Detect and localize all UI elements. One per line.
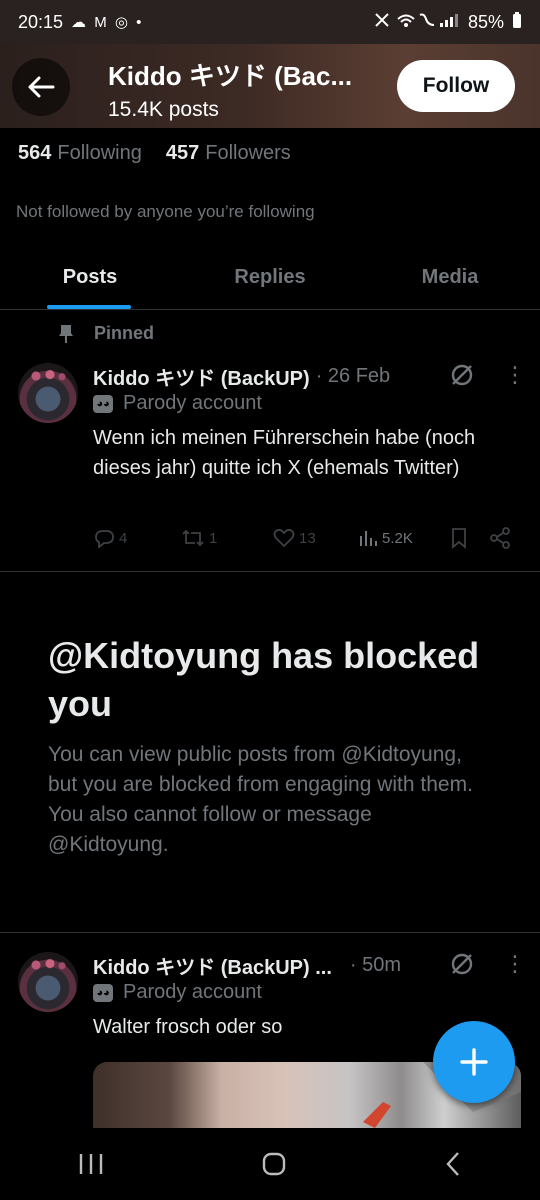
more-options-icon[interactable]: ⋮ — [504, 951, 526, 977]
follow-button[interactable]: Follow — [397, 60, 515, 112]
status-time: 20:15 — [18, 11, 64, 32]
like-count: 13 — [299, 529, 316, 547]
followers-link[interactable]: 457 Followers — [166, 142, 291, 165]
header-posts-count: 15.4K posts — [108, 98, 219, 121]
repost-button[interactable]: 1 — [181, 528, 217, 548]
battery-level: 85% — [467, 11, 504, 32]
notification-icons: ☁ M ◎ • — [71, 14, 144, 31]
views-icon — [360, 531, 377, 546]
status-bar: 20:15 ☁ M ◎ • 85% — [0, 0, 540, 44]
reply-count: 4 — [119, 529, 128, 547]
post-text: Wenn ich meinen Führerschein habe (noch … — [93, 427, 476, 479]
post-time[interactable]: · 50m — [350, 954, 401, 977]
reply-icon — [95, 530, 114, 548]
repost-count: 1 — [209, 529, 218, 547]
avatar[interactable] — [18, 952, 78, 1012]
back-nav-icon[interactable] — [443, 1150, 463, 1178]
parody-mask-icon: ◕◕ — [93, 983, 113, 1002]
profile-header: Kiddo キツド (Bac... 15.4K posts Follow — [0, 44, 540, 128]
divider — [0, 571, 540, 572]
view-count: 5.2K — [382, 529, 413, 547]
bookmark-icon[interactable] — [450, 527, 468, 549]
following-link[interactable]: 564 Following — [18, 142, 142, 165]
following-count: 564 — [18, 142, 52, 164]
signal-icons — [374, 11, 460, 34]
heart-icon — [273, 528, 295, 548]
divider — [0, 932, 540, 933]
pinned-indicator: Pinned — [58, 323, 154, 344]
follow-stats: 564 Following 457 Followers — [18, 142, 291, 165]
post-header: Kiddo キツド (BackUP) ... · 50m — [93, 951, 401, 980]
tab-media-label: Media — [421, 266, 479, 288]
more-options-icon[interactable]: ⋮ — [504, 362, 526, 388]
author-name[interactable]: Kiddo キツド (BackUP) ... — [93, 951, 332, 980]
parody-label: ◕◕ Parody account — [93, 392, 262, 415]
pinned-label: Pinned — [94, 323, 155, 343]
back-button[interactable] — [12, 58, 70, 116]
post-header: Kiddo キツド (BackUP) · 26 Feb — [93, 362, 390, 391]
author-name[interactable]: Kiddo キツド (BackUP) — [93, 362, 310, 391]
tab-media[interactable]: Media — [360, 246, 540, 309]
active-tab-indicator — [47, 305, 131, 309]
plus-icon — [460, 1048, 488, 1076]
avatar[interactable] — [18, 363, 78, 423]
like-button[interactable]: 13 — [273, 528, 316, 548]
grok-icon[interactable] — [449, 362, 475, 388]
header-title: Kiddo キツド (Bac... — [108, 61, 353, 91]
post-actions: 4 1 13 5.2K — [93, 525, 513, 551]
grok-icon[interactable] — [449, 951, 475, 977]
arrow-left-icon — [28, 76, 55, 98]
repost-icon — [182, 529, 204, 547]
reply-button[interactable]: 4 — [93, 528, 127, 548]
pin-icon — [59, 324, 73, 343]
parody-label: ◕◕ Parody account — [93, 981, 262, 1004]
blocked-description: You can view public posts from @Kidtoyun… — [48, 743, 473, 856]
share-icon[interactable] — [489, 527, 511, 549]
tab-posts-label: Posts — [62, 266, 118, 288]
tab-replies-label: Replies — [234, 266, 306, 288]
blocked-title: @Kidtoyung has blocked you — [48, 635, 480, 724]
post-time[interactable]: · 26 Feb — [316, 365, 390, 388]
not-followed-note: Not followed by anyone you’re following — [16, 202, 315, 221]
profile-tabs: Posts Replies Media — [0, 246, 540, 310]
system-nav-bar — [0, 1128, 540, 1200]
recent-apps-icon[interactable] — [77, 1152, 105, 1176]
tab-replies[interactable]: Replies — [180, 246, 360, 309]
parody-text: Parody account — [123, 392, 262, 414]
battery-icon — [512, 11, 522, 34]
followers-count: 457 — [165, 142, 200, 164]
compose-button[interactable] — [433, 1021, 515, 1103]
parody-mask-icon: ◕◕ — [93, 394, 113, 413]
tab-posts[interactable]: Posts — [0, 246, 180, 309]
home-icon[interactable] — [260, 1150, 288, 1178]
views-button[interactable]: 5.2K — [358, 528, 413, 548]
followers-label: Followers — [205, 142, 291, 164]
following-label: Following — [57, 142, 142, 164]
parody-text: Parody account — [123, 981, 262, 1003]
